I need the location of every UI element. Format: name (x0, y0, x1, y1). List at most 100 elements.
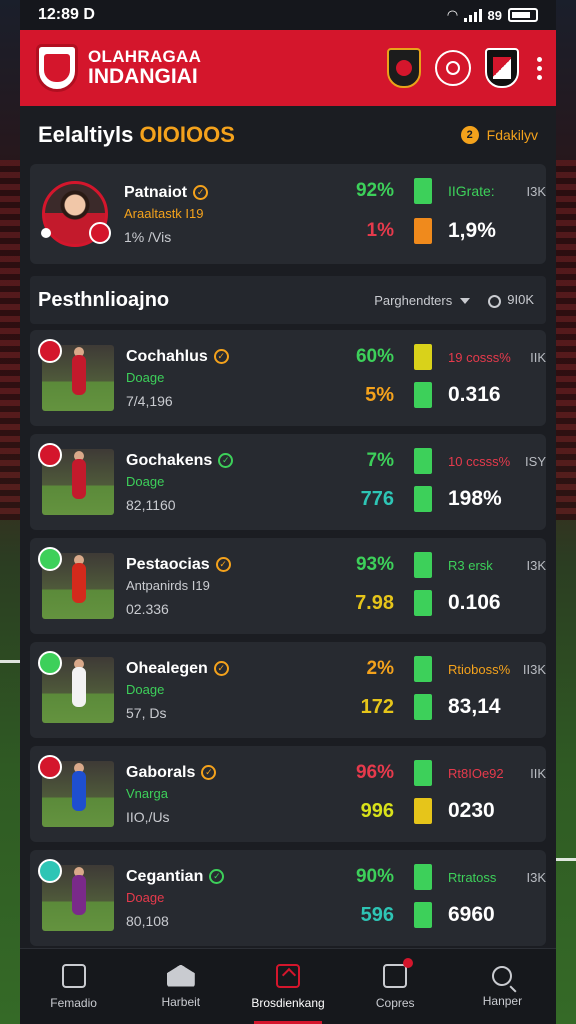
nav-item-hanper[interactable]: Hanper (449, 949, 556, 1024)
nav-label: Hanper (482, 993, 523, 1008)
player-photo (38, 859, 114, 931)
player-row[interactable]: Ohealegen ✓ Doage 57, Ds 2% Rtioboss% II3K 172 8… (30, 642, 546, 738)
stat-secondary: 996 (360, 799, 394, 822)
stadium-background-right (554, 160, 576, 520)
player-subtitle: Antpanirds I19 (126, 577, 210, 593)
stat-unit: IIK (530, 765, 546, 781)
nav-item-brosdienkang[interactable]: Brosdienkang (234, 949, 341, 1024)
ball-icon (41, 228, 51, 238)
player-name: Pestaocias ✓ (126, 556, 266, 574)
stat-bar (414, 798, 432, 824)
player-photo (38, 651, 114, 723)
list-title: Pesthnlioajno (38, 288, 170, 311)
nav-item-femadio[interactable]: Femadio (20, 949, 127, 1024)
stat-big-value: 198% (448, 487, 502, 510)
brand-logo-icon[interactable] (36, 44, 78, 92)
stat-tag: Rtratoss (448, 869, 497, 885)
player-stats: 90% Rtratoss I3K 596 6960 (346, 850, 546, 946)
nav-label: Harbeit (161, 994, 201, 1009)
search-icon (492, 965, 513, 986)
verified-icon: ✓ (213, 349, 229, 364)
player-name: Gaborals ✓ (126, 764, 266, 782)
player-meta: 1% /Vis (124, 228, 172, 245)
status-time: 12:89 D (38, 6, 95, 23)
player-row[interactable]: Cochahlus ✓ Doage 7/4,196 60% 19 cosss% IIK 5% 0… (30, 330, 546, 426)
notification-dot (403, 957, 414, 968)
stat-big-value: 0.106 (448, 591, 501, 614)
stat-secondary: 172 (360, 695, 394, 718)
filter-button[interactable]: 2 Fdakilyv (460, 126, 538, 144)
stat-bar (414, 590, 432, 616)
bottom-navigation: Femadio Harbeit Brosdienkang Copres Hanp… (20, 948, 556, 1024)
battery-percent: 89 (487, 7, 502, 23)
player-name: Cegantian ✓ (126, 868, 266, 886)
stat-primary: 93% (355, 554, 394, 575)
player-row[interactable]: Gaborals ✓ Vnarga IIO,/Us 96% Rt8IOe92 IIK 996 0… (30, 746, 546, 842)
stat-big-value: 6960 (448, 903, 495, 926)
player-info: Cegantian ✓ Doage 80,108 (126, 868, 266, 929)
club-emblem-icon[interactable] (435, 50, 471, 86)
stat-secondary: 5% (365, 383, 394, 406)
player-subtitle: Doage (126, 369, 165, 385)
stat-tag: 19 cosss% (448, 349, 511, 365)
player-row[interactable]: Gochakens ✓ Doage 82,1160 7% 10 ccsss% ISY 776 1… (30, 434, 546, 530)
section-title: Eelaltiyls OIOIOOS (38, 122, 235, 147)
player-photo (38, 339, 114, 411)
nav-label: Femadio (50, 995, 97, 1010)
stat-secondary: 1% (366, 220, 394, 241)
header-actions (387, 48, 542, 88)
stat-bar (414, 486, 432, 512)
club-badge-icon (38, 755, 62, 779)
time-filter[interactable]: 9I0K (488, 292, 534, 308)
box-icon (61, 963, 86, 988)
player-row[interactable]: Pestaocias ✓ Antpanirds I19 02.336 93% R3 ers… (30, 538, 546, 634)
stat-bar (414, 694, 432, 720)
stat-tag: IIGrate: (448, 183, 495, 199)
featured-player-card[interactable]: Patnaiot ✓ Araaltastk I19 1% /Vis 92% IIG… (30, 164, 546, 264)
cards-icon (383, 957, 414, 988)
club-shield-icon[interactable] (485, 48, 519, 88)
signal-icon (463, 8, 482, 22)
stat-bar (414, 178, 432, 204)
stat-tag: R3 ersk (448, 557, 493, 573)
app-window: OLAHRAGAA INDANGIAI Eelaltiyls OIOIOOS 2… (20, 30, 556, 1024)
stat-unit: II3K (522, 661, 546, 677)
brand-line1: OLAHRAGAA (88, 47, 202, 67)
stat-secondary: 776 (360, 487, 394, 510)
stat-big-value: 0.316 (448, 383, 501, 406)
status-bar: 12:89 D ◠ 89 (20, 0, 556, 30)
battery-icon (508, 8, 538, 22)
club-crest-icon[interactable] (387, 48, 421, 88)
stat-primary: 7% (366, 450, 394, 471)
stat-bar (414, 656, 432, 682)
player-stats: 96% Rt8IOe92 IIK 996 0230 (346, 746, 546, 842)
stat-primary: 90% (355, 866, 394, 887)
nav-item-copres[interactable]: Copres (342, 949, 449, 1024)
player-subtitle: Araaltastk I19 (124, 205, 204, 221)
player-name: Ohealegen ✓ (126, 660, 266, 678)
pitch-line (0, 660, 20, 663)
player-stats: 93% R3 ersk I3K 7.98 0.106 (346, 538, 546, 634)
player-photo (38, 443, 114, 515)
player-subtitle: Doage (126, 889, 165, 905)
filter-label: Fdakilyv (486, 127, 538, 143)
more-menu-icon[interactable] (537, 56, 542, 80)
list-header: Pesthnlioajno Parghendters 9I0K (30, 276, 546, 324)
player-row[interactable]: Cegantian ✓ Doage 80,108 90% Rtratoss I3K 596 69… (30, 850, 546, 946)
nav-label: Copres (375, 995, 415, 1010)
nav-item-harbeit[interactable]: Harbeit (127, 949, 234, 1024)
stat-primary: 60% (355, 346, 394, 367)
player-name: Cochahlus ✓ (126, 348, 266, 366)
list-filters: Parghendters 9I0K (374, 292, 534, 308)
filter-badge-icon: 2 (460, 126, 479, 144)
verified-icon: ✓ (193, 185, 209, 200)
player-subtitle: Vnarga (126, 785, 168, 801)
club-badge-icon (38, 339, 62, 363)
sort-dropdown[interactable]: Parghendters (374, 293, 471, 308)
verified-icon: ✓ (201, 765, 217, 780)
app-header: OLAHRAGAA INDANGIAI (20, 30, 556, 106)
stat-tag: Rt8IOe92 (448, 765, 504, 781)
stat-bar (414, 552, 432, 578)
stat-secondary: 7.98 (355, 591, 394, 614)
player-meta: 80,108 (126, 912, 169, 929)
